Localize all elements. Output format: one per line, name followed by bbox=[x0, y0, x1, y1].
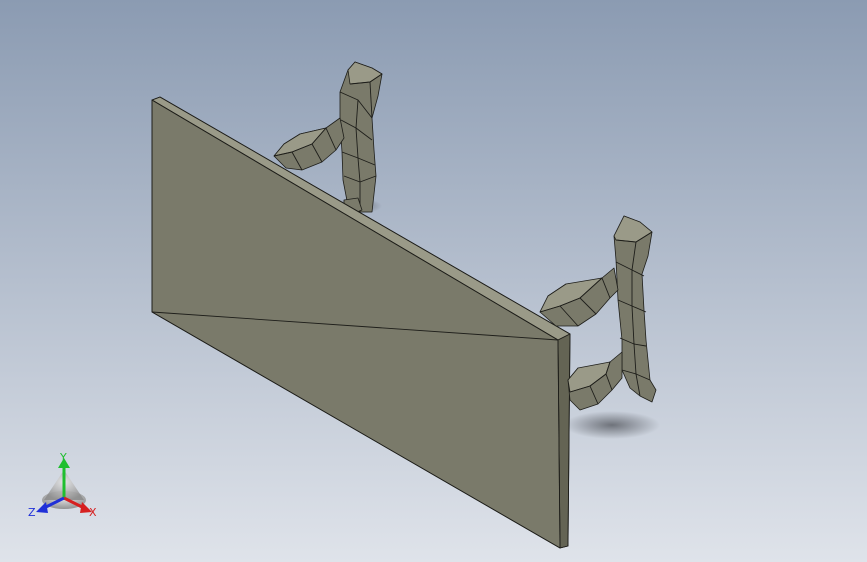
y-axis-label: Y bbox=[59, 451, 67, 464]
3d-viewport[interactable]: Y X Z bbox=[0, 0, 867, 562]
x-axis-label: X bbox=[89, 506, 97, 519]
floor-shadow bbox=[564, 411, 660, 439]
viewport-canvas[interactable]: Y X Z bbox=[0, 0, 867, 562]
z-axis-label: Z bbox=[28, 506, 36, 519]
